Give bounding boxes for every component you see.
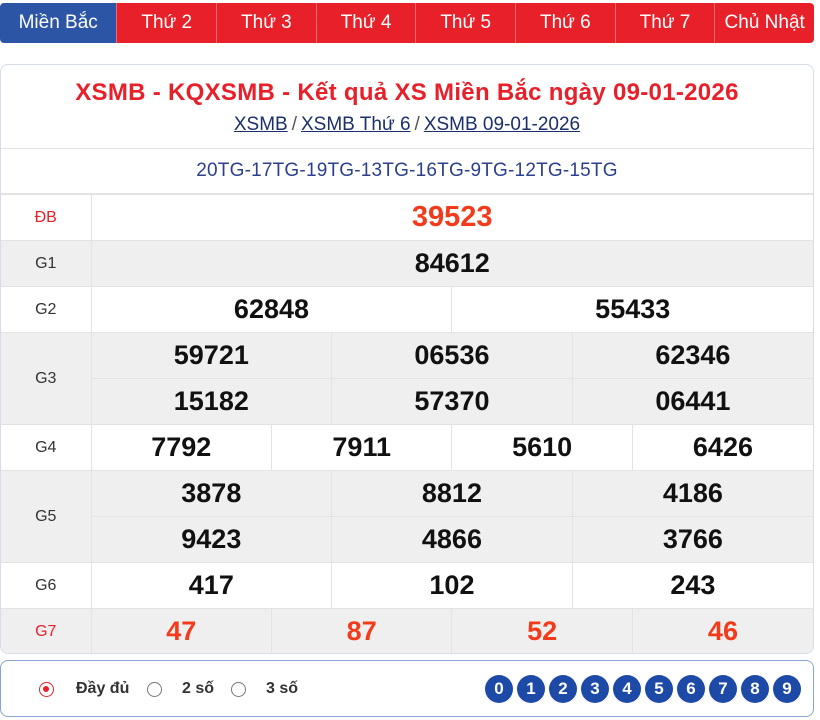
prize-label-g3: G3 <box>1 332 92 425</box>
option-two-label: 2 số <box>182 680 215 697</box>
prize-label-g5: G5 <box>1 470 92 563</box>
breadcrumb-separator: / <box>414 114 420 135</box>
prize-row-g4: G4 7792 7911 5610 6426 <box>1 424 813 471</box>
digit-button-2[interactable]: 2 <box>549 675 577 703</box>
option-three-label: 3 số <box>266 680 299 697</box>
prize-g4-number: 5610 <box>451 424 633 471</box>
radio-three-digits[interactable] <box>231 681 246 697</box>
prize-g6-number: 243 <box>571 562 813 609</box>
prize-row-g7: G7 47 87 52 46 <box>1 608 813 653</box>
prize-g6-number: 102 <box>331 562 573 609</box>
prize-g3-number: 15182 <box>91 378 333 425</box>
prize-row-db: ĐB 39523 <box>1 194 813 241</box>
prize-g3-number: 59721 <box>90 332 333 379</box>
page-title: XSMB - KQXSMB - Kết quả XS Miền Bắc ngày… <box>75 79 739 106</box>
prize-row-g5: 9423 4866 3766 <box>1 516 813 563</box>
prize-label-g6: G6 <box>1 562 92 609</box>
prize-row-g3: G3 59721 06536 62346 <box>1 332 813 425</box>
prize-row-g1: G1 84612 <box>1 240 813 287</box>
option-two-digits[interactable]: 2 số <box>147 680 214 698</box>
tab-mien-bac[interactable]: Miền Bắc <box>0 3 117 43</box>
option-three-digits[interactable]: 3 số <box>231 680 298 698</box>
prize-g7-number: 52 <box>451 608 633 653</box>
prize-label-db: ĐB <box>1 194 92 241</box>
result-card: XSMB - KQXSMB - Kết quả XS Miền Bắc ngày… <box>0 64 814 654</box>
prize-g5-number: 4866 <box>331 516 573 563</box>
prize-g3-number: 62346 <box>571 332 813 379</box>
prize-g5-number: 9423 <box>91 516 333 563</box>
prize-row-g3: 15182 57370 06441 <box>1 378 813 425</box>
option-full[interactable]: Đầy đủ <box>39 680 129 698</box>
prize-g3-number: 57370 <box>331 378 573 425</box>
digit-button-8[interactable]: 8 <box>741 675 769 703</box>
breadcrumb-xsmb-date[interactable]: XSMB 09-01-2026 <box>424 114 580 135</box>
breadcrumb-separator: / <box>291 114 297 135</box>
prize-g4-number: 7911 <box>270 424 453 471</box>
breadcrumb-xsmb-thu-6[interactable]: XSMB Thứ 6 <box>301 114 411 135</box>
tab-thu-5[interactable]: Thứ 5 <box>415 3 516 43</box>
prize-row-g6: G6 417 102 243 <box>1 562 813 609</box>
digit-button-1[interactable]: 1 <box>517 675 545 703</box>
prize-g2-number: 55433 <box>451 286 813 333</box>
result-header: XSMB - KQXSMB - Kết quả XS Miền Bắc ngày… <box>1 65 813 149</box>
prize-g7-number: 46 <box>631 608 813 653</box>
prize-g1-number: 84612 <box>90 240 813 287</box>
digit-button-6[interactable]: 6 <box>677 675 705 703</box>
digit-button-7[interactable]: 7 <box>709 675 737 703</box>
digit-button-5[interactable]: 5 <box>645 675 673 703</box>
option-full-label: Đầy đủ <box>76 680 130 697</box>
prize-g5-number: 3878 <box>90 470 333 517</box>
tab-thu-6[interactable]: Thứ 6 <box>515 3 615 43</box>
prize-row-g5: G5 3878 8812 4186 <box>1 470 813 563</box>
prize-db-number: 39523 <box>90 194 813 241</box>
prize-g2-number: 62848 <box>90 286 453 333</box>
prize-g4-number: 7792 <box>90 424 272 471</box>
radio-two-digits[interactable] <box>147 681 162 697</box>
radio-full[interactable] <box>39 681 54 697</box>
digit-button-9[interactable]: 9 <box>773 675 801 703</box>
ticket-codes: 20TG-17TG-19TG-13TG-16TG-9TG-12TG-15TG <box>1 149 813 194</box>
prize-g7-number: 87 <box>270 608 453 653</box>
region-tabs: Miền Bắc Thứ 2 Thứ 3 Thứ 4 Thứ 5 Thứ 6 T… <box>0 3 814 43</box>
tab-thu-7[interactable]: Thứ 7 <box>614 3 715 43</box>
digit-button-3[interactable]: 3 <box>581 675 609 703</box>
breadcrumb: XSMB / XSMB Thứ 6/XSMB 09-01-2026 <box>1 114 813 136</box>
prize-g6-number: 417 <box>90 562 333 609</box>
prize-g5-number: 8812 <box>331 470 573 517</box>
prize-g5-number: 4186 <box>571 470 813 517</box>
tab-thu-3[interactable]: Thứ 3 <box>216 3 316 43</box>
display-options: Đầy đủ 2 số 3 số 0 1 2 3 4 5 6 7 8 9 <box>0 660 814 717</box>
prize-label-g1: G1 <box>1 240 92 287</box>
prize-g4-number: 6426 <box>631 424 813 471</box>
prize-table: ĐB 39523 G1 84612 G2 62848 55433 G3 5972… <box>1 194 813 653</box>
prize-g3-number: 06441 <box>571 378 813 425</box>
prize-g5-number: 3766 <box>571 516 813 563</box>
tab-chu-nhat[interactable]: Chủ Nhật <box>714 3 814 43</box>
prize-label-g7: G7 <box>1 608 92 653</box>
prize-row-g2: G2 62848 55433 <box>1 286 813 333</box>
breadcrumb-xsmb[interactable]: XSMB <box>234 114 288 135</box>
prize-g3-number: 06536 <box>331 332 573 379</box>
prize-label-g2: G2 <box>1 286 92 333</box>
tab-thu-4[interactable]: Thứ 4 <box>315 3 416 43</box>
tab-thu-2[interactable]: Thứ 2 <box>116 3 217 43</box>
prize-g7-number: 47 <box>90 608 272 653</box>
digit-button-4[interactable]: 4 <box>613 675 641 703</box>
digit-button-0[interactable]: 0 <box>485 675 513 703</box>
digit-filter: 0 1 2 3 4 5 6 7 8 9 <box>485 675 801 703</box>
prize-label-g4: G4 <box>1 424 92 471</box>
